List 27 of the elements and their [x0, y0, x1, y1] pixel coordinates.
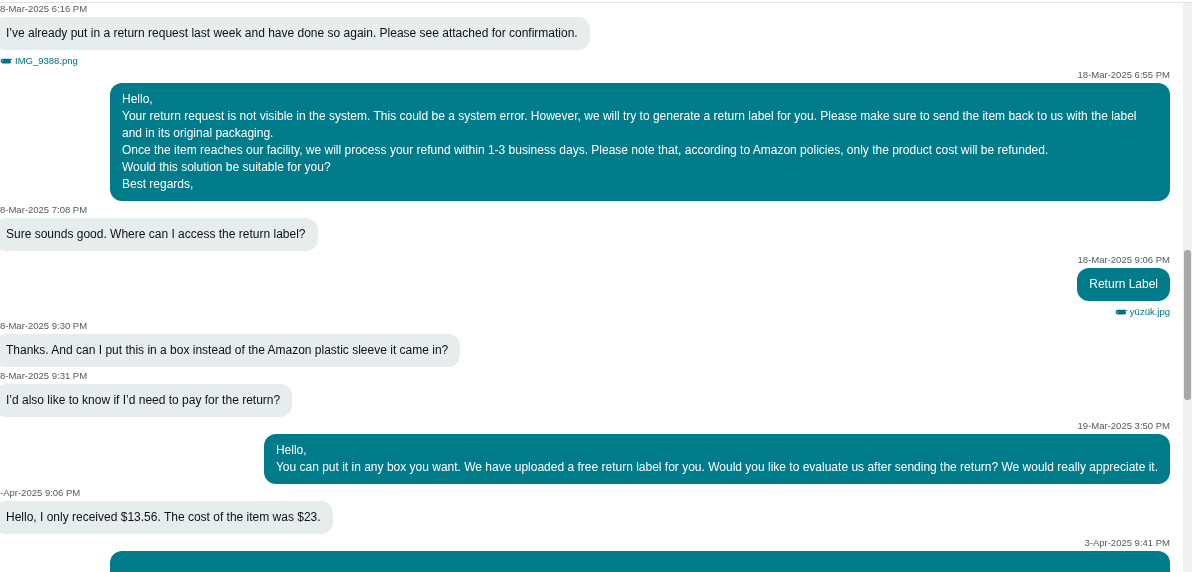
message-text: Hello, — [122, 91, 154, 108]
message-text: I’ve already put in a return request last week and have done so again. Please see attached for confirmation. — [6, 25, 578, 42]
attachment-link[interactable]: IMG_9388.png — [0, 55, 78, 66]
message-text: Would this solution be suitable for you? — [122, 159, 332, 176]
message-text: Sure sounds good. Where can I access the return label? — [6, 226, 306, 243]
scrollbar-thumb[interactable] — [1184, 250, 1191, 400]
message-text: Thanks. And can I put this in a box instead of the Amazon plastic sleeve it came in? — [6, 342, 449, 359]
message-text: Return Label — [1089, 276, 1158, 293]
message-text: You can put it in any box you want. We have uploaded a free return label for you. Would you like to evaluate us after sending the return? We would really appreciate it. — [275, 459, 1158, 476]
message-text: Hello, — [275, 442, 308, 459]
message-timestamp: 19-Mar-2025 3:50 PM — [1077, 420, 1170, 431]
paperclip-icon — [0, 56, 12, 65]
message-timestamp: 18-Mar-2025 6:55 PM — [1077, 69, 1170, 80]
message-timestamp: -Apr-2025 9:06 PM — [0, 487, 81, 498]
message-text: I’d also like to know if I’d need to pay for the return? — [6, 392, 281, 409]
attachment-link[interactable]: yüzük.jpg — [1114, 306, 1170, 317]
message-text: Your return request is not visible in the system. This could be a system error. However, we will try to generate a return label for you. Please make sure to send the item back to us with the label and in its original packaging. — [122, 108, 1138, 142]
message-text: Once the item reaches our facility, we will process your refund within 1-3 business days. Please note that, according to Amazon policies, only the product cost will be refunded. — [122, 142, 1050, 159]
message-timestamp: 8-Mar-2025 9:31 PM — [0, 370, 88, 381]
message-timestamp: 3-Apr-2025 9:41 PM — [1084, 537, 1170, 548]
message-timestamp: 18-Mar-2025 9:06 PM — [1077, 254, 1170, 265]
message-text: Best regards, — [122, 176, 195, 193]
message-timestamp: 8-Mar-2025 6:16 PM — [0, 3, 88, 14]
message-text: Hello, I only received $13.56. The cost of the item was $23. — [6, 509, 321, 526]
message-timestamp: 8-Mar-2025 7:08 PM — [0, 204, 88, 215]
paperclip-icon — [1114, 307, 1127, 316]
message-timestamp: 8-Mar-2025 9:30 PM — [0, 320, 88, 331]
